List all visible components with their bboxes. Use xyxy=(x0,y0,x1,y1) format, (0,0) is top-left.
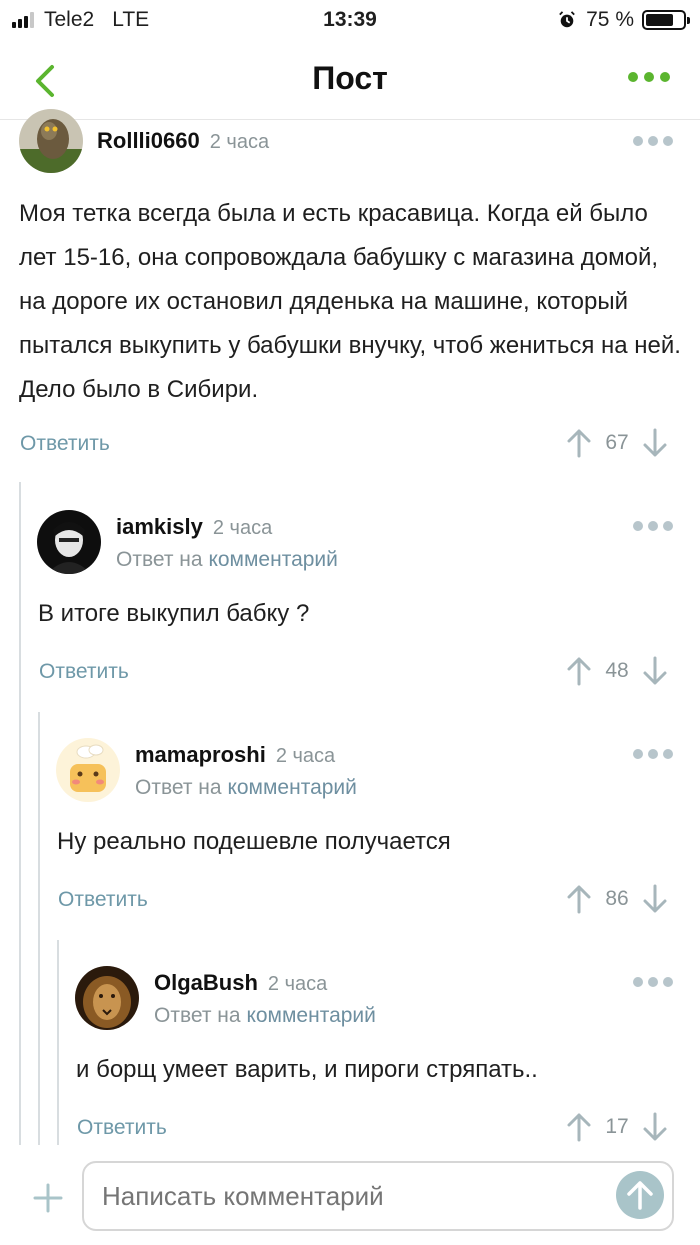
navigation-bar: Пост xyxy=(0,40,700,120)
username[interactable]: mamaproshi 2 часа xyxy=(135,742,335,768)
avatar[interactable] xyxy=(75,966,139,1030)
send-button[interactable] xyxy=(616,1171,664,1219)
vote-widget: 86 xyxy=(566,884,668,914)
parent-comment-link[interactable]: комментарий xyxy=(246,1004,375,1027)
parent-comment-link[interactable]: комментарий xyxy=(208,548,337,571)
username-text[interactable]: Rollli0660 xyxy=(97,128,200,153)
thread-line xyxy=(19,482,21,1145)
username-text[interactable]: iamkisly xyxy=(116,514,203,539)
comment-menu-button[interactable] xyxy=(633,136,673,146)
reply-button[interactable]: Ответить xyxy=(20,432,110,456)
comment-menu-button[interactable] xyxy=(633,521,673,531)
upvote-arrow-icon[interactable] xyxy=(566,656,592,686)
dot-icon xyxy=(628,72,638,82)
username[interactable]: OlgaBush 2 часа xyxy=(154,970,327,996)
comment-text: Ну реально подешевле получается xyxy=(57,828,451,855)
dot-icon xyxy=(660,72,670,82)
thread-line xyxy=(57,940,59,1145)
page-title: Пост xyxy=(312,60,388,96)
reply-to-prefix: Ответ на xyxy=(135,776,222,799)
thread-line xyxy=(38,712,40,1145)
comment-composer-bar xyxy=(0,1145,700,1245)
vote-count: 67 xyxy=(605,431,629,454)
vote-widget: 67 xyxy=(566,428,668,458)
comment-text: В итоге выкупил бабку ? xyxy=(38,600,310,627)
battery-icon xyxy=(642,10,690,30)
avatar[interactable] xyxy=(37,510,101,574)
battery-percent: 75 % xyxy=(586,8,634,31)
dot-icon xyxy=(644,72,654,82)
reply-button[interactable]: Ответить xyxy=(58,888,148,912)
vote-count: 48 xyxy=(605,659,629,682)
vote-count: 17 xyxy=(605,1115,629,1138)
reply-button[interactable]: Ответить xyxy=(77,1116,167,1140)
downvote-arrow-icon[interactable] xyxy=(642,656,668,686)
comment-text: и борщ умеет варить, и пироги стряпать.. xyxy=(76,1056,538,1083)
reply-to-label: Ответ на комментарий xyxy=(154,1004,376,1028)
downvote-arrow-icon[interactable] xyxy=(642,428,668,458)
comment-time: 2 часа xyxy=(212,517,273,539)
avatar[interactable] xyxy=(56,738,120,802)
downvote-arrow-icon[interactable] xyxy=(642,884,668,914)
username-text[interactable]: mamaproshi xyxy=(135,742,266,767)
vote-widget: 48 xyxy=(566,656,668,686)
avatar[interactable] xyxy=(19,109,83,173)
reply-button[interactable]: Ответить xyxy=(39,660,129,684)
downvote-arrow-icon[interactable] xyxy=(642,1112,668,1142)
reply-to-label: Ответ на комментарий xyxy=(135,776,357,800)
parent-comment-link[interactable]: комментарий xyxy=(227,776,356,799)
comment-time: 2 часа xyxy=(267,973,328,995)
vote-widget: 17 xyxy=(566,1112,668,1142)
upvote-arrow-icon[interactable] xyxy=(566,1112,592,1142)
reply-to-prefix: Ответ на xyxy=(154,1004,241,1027)
username[interactable]: iamkisly 2 часа xyxy=(116,514,272,540)
more-options-button[interactable] xyxy=(628,72,670,82)
username[interactable]: Rollli0660 2 часа xyxy=(97,128,269,154)
upvote-arrow-icon[interactable] xyxy=(566,428,592,458)
comment-time: 2 часа xyxy=(275,745,336,767)
comment-input[interactable] xyxy=(82,1161,674,1231)
username-text[interactable]: OlgaBush xyxy=(154,970,258,995)
status-bar: Tele2 LTE 13:39 75 % xyxy=(0,0,700,40)
comment-menu-button[interactable] xyxy=(633,749,673,759)
reply-to-label: Ответ на комментарий xyxy=(116,548,338,572)
comment-menu-button[interactable] xyxy=(633,977,673,987)
upvote-arrow-icon[interactable] xyxy=(566,884,592,914)
alarm-icon xyxy=(559,11,575,28)
comment-time: 2 часа xyxy=(209,131,270,153)
send-arrow-icon xyxy=(627,1181,653,1210)
vote-count: 86 xyxy=(605,887,629,910)
plus-icon[interactable] xyxy=(33,1183,63,1213)
comment-text: Моя тетка всегда была и есть красавица. … xyxy=(19,200,681,403)
reply-to-prefix: Ответ на xyxy=(116,548,203,571)
